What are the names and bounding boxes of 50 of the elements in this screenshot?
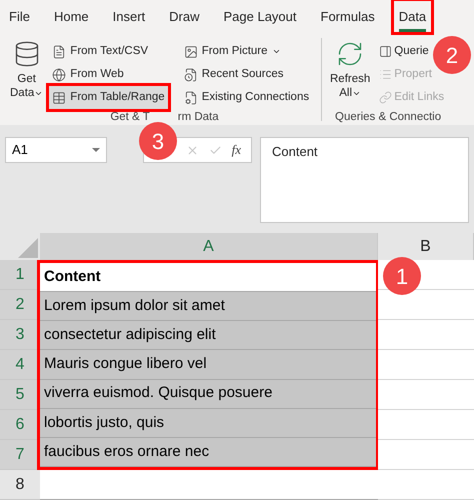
name-box[interactable]: A1	[5, 137, 107, 163]
row-header[interactable]: 6	[0, 410, 40, 440]
get-data-button[interactable]: Get Data	[8, 38, 46, 108]
row-header[interactable]: 1	[0, 260, 40, 290]
document-icon	[52, 44, 66, 58]
row-header[interactable]: 4	[0, 350, 40, 380]
row-header[interactable]: 2	[0, 290, 40, 320]
ribbon-button[interactable]: Recent Sources	[180, 63, 287, 86]
gear-document-icon	[184, 90, 198, 104]
group-label: Queries & Connectio	[335, 110, 442, 125]
row-header[interactable]: 8	[0, 470, 40, 500]
table-cell: viverra euismod. Quisque posuere	[40, 380, 376, 409]
table-cell: Lorem ipsum dolor sit amet	[40, 292, 376, 322]
link-icon	[379, 91, 392, 104]
globe-icon	[52, 68, 66, 82]
select-all-corner-icon[interactable]	[18, 238, 38, 258]
ribbon-tab[interactable]: Insert	[112, 0, 146, 32]
table-icon	[52, 90, 66, 104]
column-header[interactable]: B	[378, 233, 474, 260]
column-header[interactable]: A	[40, 233, 378, 260]
ribbon-button[interactable]: From Text/CSV	[49, 40, 152, 63]
ribbon-button[interactable]: From Web	[49, 63, 127, 86]
ribbon-button[interactable]: Querie	[378, 40, 430, 63]
row-header[interactable]: 5	[0, 380, 40, 410]
row-header[interactable]: 7	[0, 440, 40, 470]
group-label: Get & T	[110, 110, 150, 125]
refresh-all-button[interactable]: Refresh All	[328, 38, 372, 108]
confirm-icon[interactable]	[208, 144, 222, 156]
ribbon-button[interactable]: Existing Connections	[180, 86, 312, 109]
ribbon-tab[interactable]: Formulas	[320, 0, 375, 32]
ribbon-button[interactable]: From Picture	[180, 40, 284, 63]
table-cell: Mauris congue libero vel	[40, 350, 376, 380]
ribbon-tab[interactable]: Draw	[169, 0, 200, 32]
ribbon-button[interactable]: From Table/Range	[49, 86, 168, 109]
group-label: rm Data	[178, 110, 219, 125]
row-header[interactable]: 3	[0, 320, 40, 350]
ribbon-tab[interactable]: Data	[398, 0, 426, 32]
table-cell: lobortis justo, quis	[40, 408, 376, 438]
cancel-icon[interactable]	[186, 144, 199, 156]
ribbon-tab[interactable]: File	[9, 0, 30, 32]
insert-function-button[interactable]: fx	[232, 140, 241, 160]
panel-icon	[379, 45, 392, 58]
formula-field[interactable]: Content	[260, 137, 469, 223]
clock-document-icon	[184, 68, 198, 82]
ribbon-tab[interactable]: Page Layout	[224, 0, 297, 32]
table-cell: faucibus eros ornare nec	[40, 438, 376, 467]
ribbon-tab[interactable]: Home	[54, 0, 89, 32]
image-icon	[184, 44, 198, 58]
table-cell: consectetur adipiscing elit	[40, 321, 376, 350]
dropdown-arrow-icon	[92, 148, 100, 152]
